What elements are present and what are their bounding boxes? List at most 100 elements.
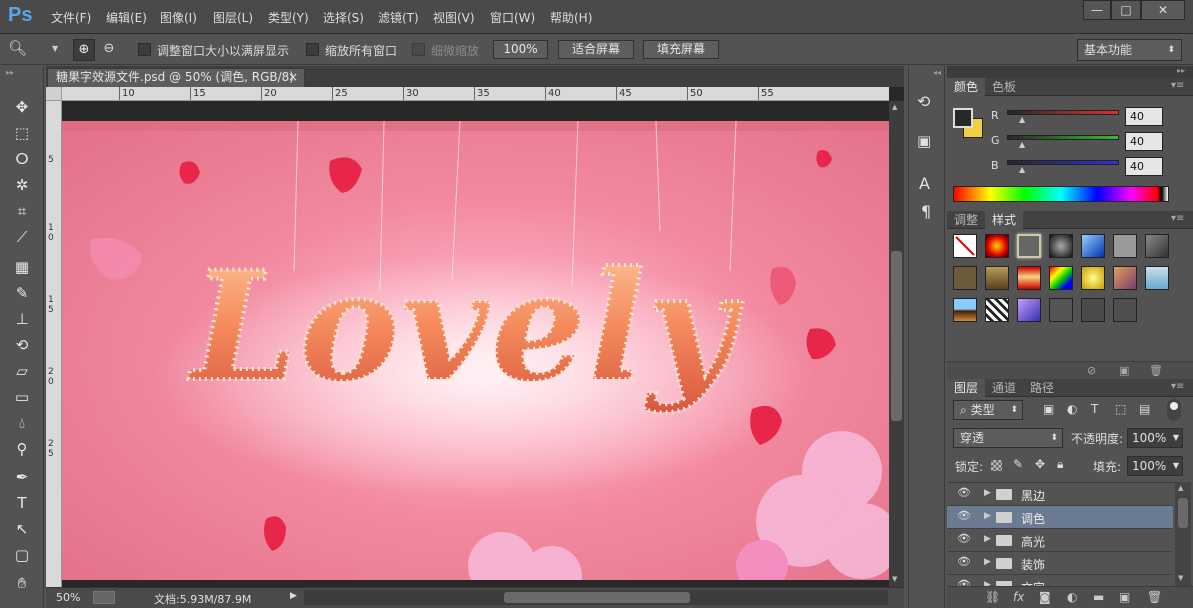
lasso-tool-icon[interactable]: ⵔ [11,148,33,170]
visibility-eye-icon[interactable]: 👁︎ [957,578,971,586]
scroll-down-icon[interactable]: ▼ [892,575,897,583]
clone-stamp-tool-icon[interactable]: ⊥ [11,308,33,330]
scrubby-zoom-checkbox[interactable] [412,43,425,56]
zoom-out-icon[interactable]: ⊖ [98,39,120,61]
panel-collapse-icon[interactable]: ◂◂ [933,68,941,77]
lock-all-icon[interactable]: 🔒︎ [1057,457,1063,472]
visibility-eye-icon[interactable]: 👁︎ [957,532,971,546]
close-window-button[interactable]: ✕ [1141,0,1185,20]
adjustment-filter-icon[interactable]: ◐ [1067,402,1077,416]
zoom-level[interactable]: 50% [56,591,80,604]
layer-filter-select[interactable]: ⌕ 类型 ⬍ [953,400,1023,420]
tab-color[interactable]: 颜色 [947,78,986,96]
panel-collapse-icon[interactable]: ▸▸ [6,68,14,77]
panel-menu-icon[interactable]: ▾≡ [1171,381,1184,392]
lock-pixels-icon[interactable]: ✎ [1013,457,1023,471]
style-swatch[interactable] [1081,266,1105,290]
panel-collapse-icon[interactable]: ▸▸ [1177,66,1185,75]
type-tool-icon[interactable]: T [11,492,33,514]
blur-tool-icon[interactable]: 💧︎ [11,412,33,434]
menu-select[interactable]: 选择(S) [323,9,364,26]
document-tab[interactable]: 糖果字效源文件.psd @ 50% (调色, RGB/8) × [47,68,305,87]
status-preview-icon[interactable] [93,591,115,604]
dodge-tool-icon[interactable]: ⚲ [11,438,33,460]
style-swatch[interactable] [1017,266,1041,290]
magic-wand-tool-icon[interactable]: ✲ [11,174,33,196]
scroll-up-icon[interactable]: ▲ [892,103,897,111]
move-tool-icon[interactable]: ✥ [11,96,33,118]
slider-thumb-icon[interactable]: ▲ [1019,115,1025,124]
eraser-tool-icon[interactable]: ▱ [11,360,33,382]
style-swatch[interactable] [1049,266,1073,290]
style-swatch[interactable] [1017,298,1041,322]
smart-object-filter-icon[interactable]: ▤ [1139,402,1150,416]
style-swatch[interactable] [1113,266,1137,290]
style-swatch[interactable] [953,298,977,322]
scroll-down-icon[interactable]: ▼ [1178,574,1183,582]
style-swatch[interactable] [1113,234,1137,258]
status-menu-arrow-icon[interactable]: ▶ [290,591,297,601]
menu-file[interactable]: 文件(F) [51,9,91,26]
style-swatch-selected[interactable] [1017,234,1041,258]
menu-image[interactable]: 图像(I) [160,9,197,26]
menu-filter[interactable]: 滤镜(T) [378,9,419,26]
visibility-eye-icon[interactable]: 👁︎ [957,555,971,569]
vertical-ruler[interactable]: 5 1 0 1 5 2 0 2 5 [46,101,62,587]
path-selection-tool-icon[interactable]: ↖ [11,518,33,540]
panel-menu-icon[interactable]: ▾≡ [1171,80,1184,91]
layer-row[interactable]: 👁︎ ▶ 装饰 [947,552,1173,575]
new-style-icon[interactable]: ▣ [1119,364,1129,377]
opacity-input[interactable]: 100% ▼ [1127,428,1183,448]
blend-mode-select[interactable]: 穿透 ⬍ [953,428,1063,448]
tab-paths[interactable]: 路径 [1023,379,1061,397]
minimize-button[interactable]: — [1083,0,1111,20]
tab-channels[interactable]: 通道 [985,379,1023,397]
fit-screen-button[interactable]: 适合屏幕 [558,40,634,59]
delete-layer-icon[interactable]: 🗑︎ [1147,590,1162,604]
tab-layers[interactable]: 图层 [947,379,986,397]
maximize-button[interactable]: □ [1111,0,1141,20]
horizontal-scrollbar[interactable] [304,590,888,605]
slider-thumb-icon[interactable]: ▲ [1019,165,1025,174]
style-swatch[interactable] [1081,298,1105,322]
workspace-select[interactable]: 基本功能 ⬍ [1077,39,1182,61]
layers-scroll-thumb[interactable] [1178,498,1188,528]
expand-arrow-icon[interactable]: ▶ [984,557,991,567]
rectangle-tool-icon[interactable]: ▢ [11,544,33,566]
style-swatch[interactable] [1049,298,1073,322]
layer-row[interactable]: 👁︎ ▶ 高光 [947,529,1173,552]
fill-input[interactable]: 100% ▼ [1127,456,1183,476]
healing-brush-tool-icon[interactable]: ▦ [11,256,33,278]
menu-layer[interactable]: 图层(L) [213,9,253,26]
adjustment-layer-icon[interactable]: ◐ [1067,590,1077,604]
shape-filter-icon[interactable]: ⬚ [1115,402,1126,416]
expand-arrow-icon[interactable]: ▶ [984,488,991,498]
canvas[interactable]: Lovely [62,121,889,580]
close-tab-icon[interactable]: × [288,69,298,86]
channel-g-value[interactable]: 40 [1125,132,1163,151]
resize-windows-checkbox[interactable] [138,43,151,56]
chevron-down-icon[interactable]: ▼ [52,44,58,53]
menu-edit[interactable]: 编辑(E) [106,9,147,26]
zoom-100-button[interactable]: 100% [493,40,548,59]
history-panel-icon[interactable]: ⟲ [917,92,930,111]
style-swatch[interactable] [985,266,1009,290]
menu-help[interactable]: 帮助(H) [550,9,592,26]
expand-arrow-icon[interactable]: ▶ [984,534,991,544]
character-panel-icon[interactable]: A [919,174,930,193]
layer-style-icon[interactable]: fx [1013,590,1024,604]
layer-row[interactable]: 👁︎ ▶ 黑边 [947,483,1173,506]
horizontal-scroll-thumb[interactable] [504,592,690,603]
clear-style-icon[interactable]: ⊘ [1087,364,1096,377]
menu-window[interactable]: 窗口(W) [490,9,535,26]
add-mask-icon[interactable]: ◙ [1039,590,1051,604]
color-ramp[interactable] [953,186,1169,202]
new-layer-icon[interactable]: ▣ [1119,590,1130,604]
horizontal-ruler[interactable]: 10 15 20 25 30 35 40 45 50 55 [62,87,889,101]
pixel-filter-icon[interactable]: ▣ [1043,402,1054,416]
tab-swatches[interactable]: 色板 [985,78,1023,96]
crop-tool-icon[interactable]: ⌗ [11,200,33,222]
channel-r-value[interactable]: 40 [1125,107,1163,126]
menu-view[interactable]: 视图(V) [433,9,475,26]
vertical-scroll-thumb[interactable] [891,251,902,421]
